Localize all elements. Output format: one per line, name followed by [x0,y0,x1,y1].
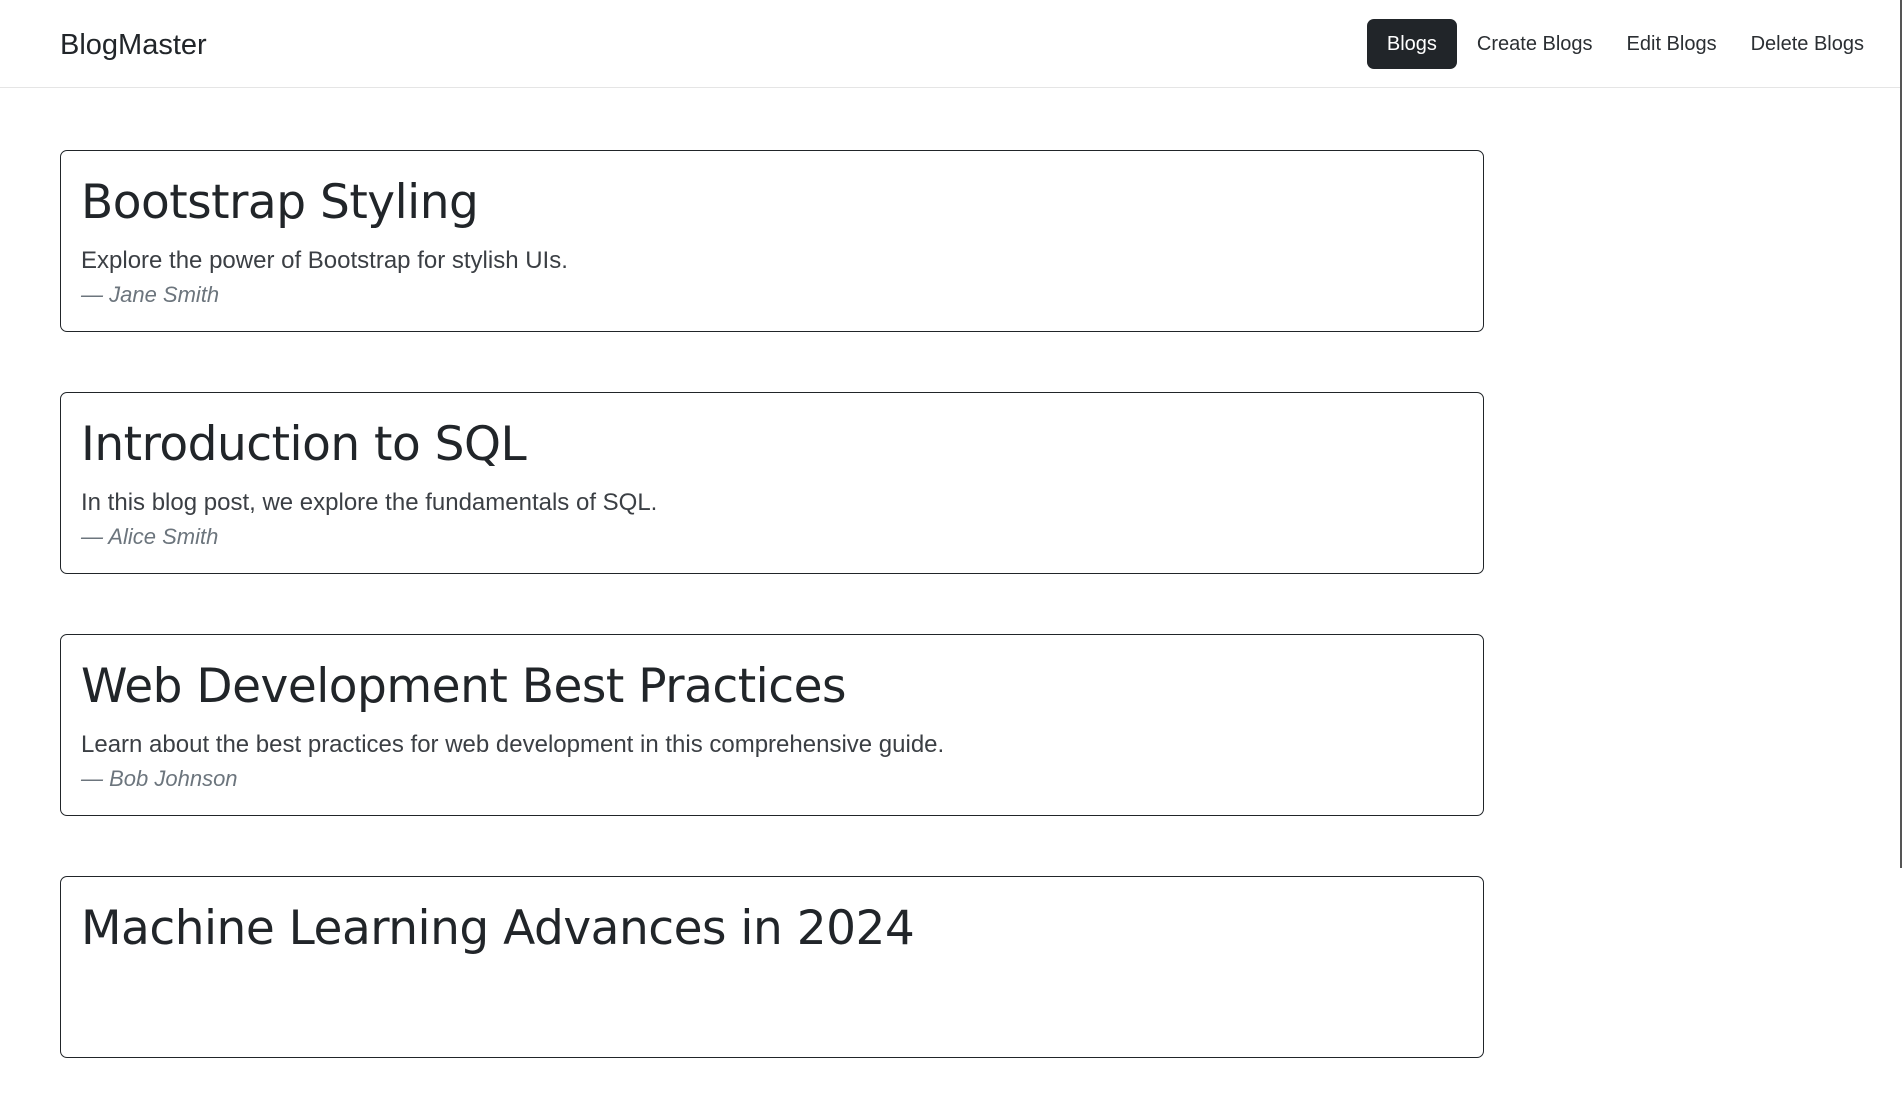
blog-card[interactable]: Machine Learning Advances in 2024 [60,876,1484,1058]
nav-link-edit-blogs[interactable]: Edit Blogs [1613,19,1731,69]
blog-title: Bootstrap Styling [81,175,479,230]
blog-title: Web Development Best Practices [81,659,846,714]
blog-author: — Bob Johnson [81,766,238,791]
blog-author: — Alice Smith [81,524,219,549]
nav-links: Blogs Create Blogs Edit Blogs Delete Blo… [1366,19,1878,69]
blog-description: Explore the power of Bootstrap for styli… [81,247,568,274]
nav-link-delete-blogs[interactable]: Delete Blogs [1737,19,1878,69]
blog-card[interactable]: Web Development Best Practices Learn abo… [60,634,1484,816]
blog-description: Learn about the best practices for web d… [81,731,945,758]
nav-link-blogs[interactable]: Blogs [1366,19,1457,69]
blog-list: Bootstrap Styling Explore the power of B… [60,150,1484,1118]
blog-card[interactable]: Introduction to SQL In this blog post, w… [60,392,1484,574]
brand-link[interactable]: BlogMaster [60,28,207,62]
blog-title: Introduction to SQL [81,417,527,472]
nav-link-create-blogs[interactable]: Create Blogs [1463,19,1607,69]
blog-author: — Jane Smith [81,282,220,307]
blog-title: Machine Learning Advances in 2024 [81,901,915,956]
blog-card[interactable]: Bootstrap Styling Explore the power of B… [60,150,1484,332]
navbar: BlogMaster Blogs Create Blogs Edit Blogs… [0,0,1902,88]
blog-description: In this blog post, we explore the fundam… [81,489,658,516]
